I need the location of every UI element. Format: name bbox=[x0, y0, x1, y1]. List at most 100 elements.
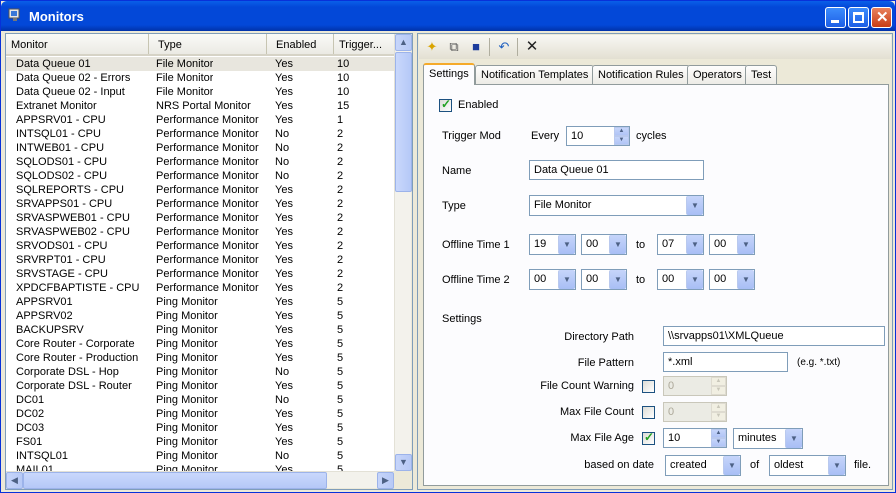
table-row[interactable]: SRVSTAGE - CPU Performance Monitor Yes 2 bbox=[6, 267, 394, 281]
minimize-button[interactable] bbox=[825, 7, 846, 28]
based-on-date-select[interactable]: created ▼ bbox=[665, 455, 741, 476]
chevron-down-icon[interactable]: ▼ bbox=[558, 270, 575, 289]
column-header-trigger[interactable]: Trigger... bbox=[334, 34, 394, 54]
offline-2-start-minute[interactable]: 00 ▼ bbox=[581, 269, 627, 290]
file-pattern-field[interactable]: *.xml bbox=[663, 352, 788, 372]
chevron-down-icon[interactable]: ▼ bbox=[737, 235, 754, 254]
file-count-warning-spin[interactable]: ▲ ▼ bbox=[711, 377, 726, 395]
spin-down-icon[interactable]: ▼ bbox=[711, 412, 726, 421]
tab-notification-rules[interactable]: Notification Rules bbox=[592, 65, 690, 85]
max-file-count-stepper[interactable]: 0 ▲ ▼ bbox=[663, 402, 727, 422]
table-row[interactable]: SRVRPT01 - CPU Performance Monitor Yes 2 bbox=[6, 253, 394, 267]
column-header-enabled[interactable]: Enabled bbox=[271, 34, 334, 54]
max-file-age-spin[interactable]: ▲ ▼ bbox=[711, 429, 726, 447]
copy-icon[interactable]: ⧉ bbox=[445, 38, 463, 56]
trigger-stepper[interactable]: 10 ▲ ▼ bbox=[566, 126, 630, 146]
chevron-down-icon[interactable]: ▼ bbox=[723, 456, 740, 475]
column-header-monitor[interactable]: Monitor bbox=[6, 34, 149, 54]
of-select[interactable]: oldest ▼ bbox=[769, 455, 846, 476]
offline-2-start-hour[interactable]: 00 ▼ bbox=[529, 269, 576, 290]
spin-down-icon[interactable]: ▼ bbox=[711, 386, 726, 395]
directory-path-field[interactable]: \\srvapps01\XMLQueue bbox=[663, 326, 885, 346]
chevron-down-icon[interactable]: ▼ bbox=[785, 429, 802, 448]
table-row[interactable]: Corporate DSL - Hop Ping Monitor No 5 bbox=[6, 365, 394, 379]
table-row[interactable]: INTWEB01 - CPU Performance Monitor No 2 bbox=[6, 141, 394, 155]
close-button[interactable]: ✕ bbox=[871, 7, 892, 28]
horizontal-scroll-thumb[interactable] bbox=[23, 472, 327, 489]
chevron-down-icon[interactable]: ▼ bbox=[609, 235, 626, 254]
table-row[interactable]: Data Queue 02 - Input File Monitor Yes 10 bbox=[6, 85, 394, 99]
title-bar[interactable]: Monitors ✕ bbox=[1, 1, 895, 31]
file-count-warning-stepper[interactable]: 0 ▲ ▼ bbox=[663, 376, 727, 396]
type-select[interactable]: File Monitor ▼ bbox=[529, 195, 704, 216]
table-row[interactable]: DC02 Ping Monitor Yes 5 bbox=[6, 407, 394, 421]
spin-down-icon[interactable]: ▼ bbox=[614, 136, 629, 145]
table-row[interactable]: FS01 Ping Monitor Yes 5 bbox=[6, 435, 394, 449]
scroll-up-button[interactable]: ▲ bbox=[395, 34, 412, 51]
table-row[interactable]: DC03 Ping Monitor Yes 5 bbox=[6, 421, 394, 435]
table-row[interactable]: BACKUPSRV Ping Monitor Yes 5 bbox=[6, 323, 394, 337]
undo-icon[interactable]: ↶ bbox=[495, 38, 513, 56]
table-row[interactable]: SRVASPWEB01 - CPU Performance Monitor Yes 2 bbox=[6, 211, 394, 225]
table-row[interactable]: SQLODS01 - CPU Performance Monitor No 2 bbox=[6, 155, 394, 169]
spin-up-icon[interactable]: ▲ bbox=[711, 403, 726, 412]
monitor-list[interactable]: Monitor Type Enabled Trigger... Data Que… bbox=[6, 34, 394, 471]
table-row[interactable]: APPSRV01 Ping Monitor Yes 5 bbox=[6, 295, 394, 309]
table-row[interactable]: INTSQL01 - CPU Performance Monitor No 2 bbox=[6, 127, 394, 141]
chevron-down-icon[interactable]: ▼ bbox=[686, 235, 703, 254]
column-header-type[interactable]: Type bbox=[153, 34, 267, 54]
spin-up-icon[interactable]: ▲ bbox=[614, 127, 629, 136]
offline-2-end-minute[interactable]: 00 ▼ bbox=[709, 269, 755, 290]
delete-icon[interactable]: ✕ bbox=[523, 38, 541, 56]
tab-test[interactable]: Test bbox=[745, 65, 778, 85]
table-row[interactable]: Core Router - Corporate Ping Monitor Yes 5 bbox=[6, 337, 394, 351]
table-row[interactable]: SRVODS01 - CPU Performance Monitor Yes 2 bbox=[6, 239, 394, 253]
offline-2-end-hour[interactable]: 00 ▼ bbox=[657, 269, 704, 290]
max-file-age-unit-select[interactable]: minutes ▼ bbox=[733, 428, 803, 449]
table-row[interactable]: Corporate DSL - Router Ping Monitor Yes 5 bbox=[6, 379, 394, 393]
enabled-checkbox[interactable] bbox=[439, 97, 452, 112]
table-row[interactable]: INTSQL01 Ping Monitor No 5 bbox=[6, 449, 394, 463]
chevron-down-icon[interactable]: ▼ bbox=[558, 235, 575, 254]
table-row[interactable]: Extranet Monitor NRS Portal Monitor Yes 15 bbox=[6, 99, 394, 113]
max-file-age-checkbox[interactable] bbox=[642, 430, 655, 445]
max-file-age-stepper[interactable]: 10 ▲ ▼ bbox=[663, 428, 727, 448]
table-row[interactable]: APPSRV02 Ping Monitor Yes 5 bbox=[6, 309, 394, 323]
table-row[interactable]: SQLODS02 - CPU Performance Monitor No 2 bbox=[6, 169, 394, 183]
scroll-right-button[interactable]: ▶ bbox=[377, 472, 394, 489]
trigger-spin-buttons[interactable]: ▲ ▼ bbox=[614, 127, 629, 145]
scroll-down-button[interactable]: ▼ bbox=[395, 454, 412, 471]
offline-1-end-minute[interactable]: 00 ▼ bbox=[709, 234, 755, 255]
list-horizontal-scrollbar[interactable]: ◀ ▶ bbox=[6, 471, 394, 489]
scroll-thumb[interactable] bbox=[395, 52, 412, 192]
maximize-button[interactable] bbox=[848, 7, 869, 28]
max-file-count-checkbox[interactable] bbox=[642, 406, 655, 419]
offline-1-start-minute[interactable]: 00 ▼ bbox=[581, 234, 627, 255]
table-row[interactable]: Data Queue 02 - Errors File Monitor Yes 10 bbox=[6, 71, 394, 85]
tab-notification-templates[interactable]: Notification Templates bbox=[475, 65, 595, 85]
name-field[interactable]: Data Queue 01 bbox=[529, 160, 704, 180]
table-row[interactable]: SRVASPWEB02 - CPU Performance Monitor Yes 2 bbox=[6, 225, 394, 239]
table-row[interactable]: MAIL01 Ping Monitor Yes 5 bbox=[6, 463, 394, 471]
offline-1-end-hour[interactable]: 07 ▼ bbox=[657, 234, 704, 255]
chevron-down-icon[interactable]: ▼ bbox=[686, 196, 703, 215]
offline-1-start-hour[interactable]: 19 ▼ bbox=[529, 234, 576, 255]
table-row[interactable]: SRVAPPS01 - CPU Performance Monitor Yes 2 bbox=[6, 197, 394, 211]
scroll-left-button[interactable]: ◀ bbox=[6, 472, 23, 489]
new-icon[interactable]: ✦ bbox=[423, 38, 441, 56]
chevron-down-icon[interactable]: ▼ bbox=[828, 456, 845, 475]
table-row[interactable]: XPDCFBAPTISTE - CPU Performance Monitor Ye… bbox=[6, 281, 394, 295]
max-file-count-spin[interactable]: ▲ ▼ bbox=[711, 403, 726, 421]
tab-settings[interactable]: Settings bbox=[423, 63, 475, 85]
chevron-down-icon[interactable]: ▼ bbox=[737, 270, 754, 289]
chevron-down-icon[interactable]: ▼ bbox=[609, 270, 626, 289]
table-row[interactable]: SQLREPORTS - CPU Performance Monitor Yes 2 bbox=[6, 183, 394, 197]
table-row[interactable]: Core Router - Production Ping Monitor Yes 5 bbox=[6, 351, 394, 365]
chevron-down-icon[interactable]: ▼ bbox=[686, 270, 703, 289]
spin-up-icon[interactable]: ▲ bbox=[711, 377, 726, 386]
list-vertical-scrollbar[interactable]: ▲ ▼ bbox=[394, 34, 412, 471]
file-count-warning-checkbox[interactable] bbox=[642, 380, 655, 393]
spin-down-icon[interactable]: ▼ bbox=[711, 438, 726, 447]
table-row[interactable]: APPSRV01 - CPU Performance Monitor Yes 1 bbox=[6, 113, 394, 127]
table-row[interactable]: Data Queue 01 File Monitor Yes 10 bbox=[6, 57, 394, 71]
